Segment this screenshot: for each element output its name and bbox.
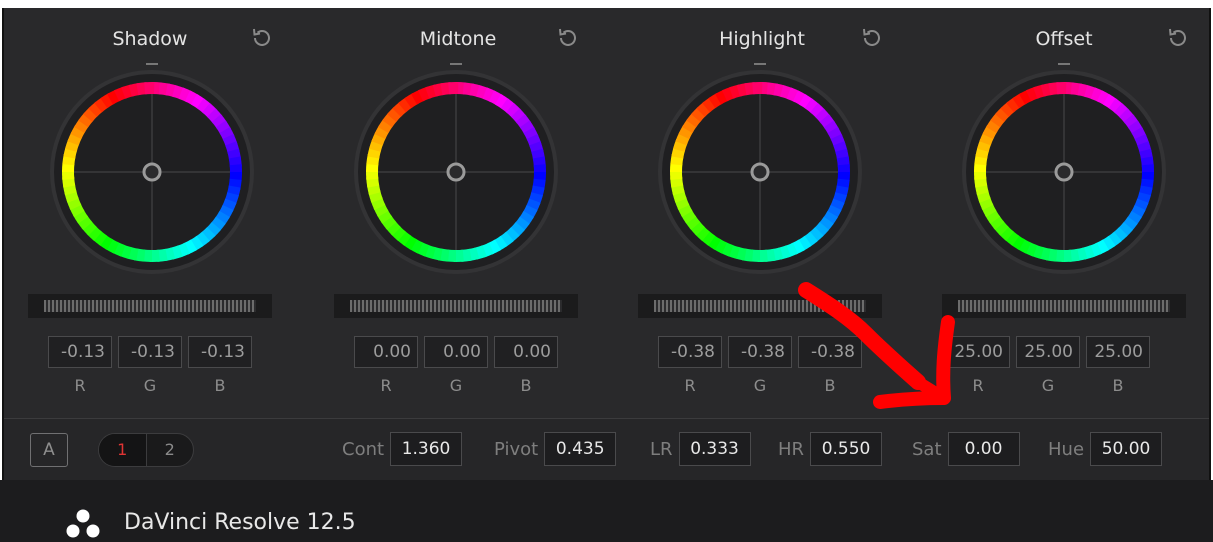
midtone-b-field[interactable]: 0.00 — [494, 336, 558, 368]
midtone-r-label: R — [380, 376, 392, 395]
page-switcher: 1 2 — [98, 433, 194, 467]
offset-color-wheel[interactable] — [952, 60, 1176, 284]
offset-r-label: R — [972, 376, 984, 395]
lr-field[interactable]: 0.333 — [678, 432, 751, 466]
pivot-label: Pivot — [494, 438, 539, 460]
color-wheels-panel: Shadow -0.13 -0.13 -0.13 R G B Midtone 0… — [2, 8, 1211, 480]
midtone-b-label: B — [520, 376, 532, 395]
shadow-b-field[interactable]: -0.13 — [188, 336, 252, 368]
pivot-param: Pivot 0.435 — [494, 431, 617, 467]
page-1-button[interactable]: 1 — [99, 434, 146, 466]
highlight-r-label: R — [684, 376, 696, 395]
highlight-g-label: G — [753, 376, 767, 395]
shadow-r-label: R — [74, 376, 86, 395]
hue-field[interactable]: 50.00 — [1090, 432, 1163, 466]
hue-param: Hue 50.00 — [1048, 431, 1163, 467]
highlight-g-field[interactable]: -0.38 — [728, 336, 792, 368]
midtone-wheel-column: Midtone 0.00 0.00 0.00 R G B — [308, 8, 608, 418]
shadow-g-label: G — [143, 376, 157, 395]
offset-r-field[interactable]: 25.00 — [946, 336, 1010, 368]
highlight-master-slider[interactable] — [638, 294, 882, 318]
highlight-color-wheel[interactable] — [648, 60, 872, 284]
contrast-param: Cont 1.360 — [342, 431, 463, 467]
offset-g-field[interactable]: 25.00 — [1016, 336, 1080, 368]
mode-a-button[interactable]: A — [30, 433, 68, 467]
offset-master-slider[interactable] — [942, 294, 1186, 318]
saturation-param: Sat 0.00 — [912, 431, 1020, 467]
primary-params-bar: A 1 2 Cont 1.360 Pivot 0.435 LR 0.333 HR… — [4, 418, 1209, 480]
hue-label: Hue — [1048, 438, 1085, 460]
shadow-g-field[interactable]: -0.13 — [118, 336, 182, 368]
midtone-master-slider[interactable] — [334, 294, 578, 318]
offset-g-label: G — [1041, 376, 1055, 395]
midtone-g-field[interactable]: 0.00 — [424, 336, 488, 368]
shadow-wheel-column: Shadow -0.13 -0.13 -0.13 R G B — [4, 8, 304, 418]
shadow-master-slider[interactable] — [28, 294, 272, 318]
contrast-field[interactable]: 1.360 — [390, 432, 463, 466]
saturation-field[interactable]: 0.00 — [947, 432, 1020, 466]
highlight-r-field[interactable]: -0.38 — [658, 336, 722, 368]
hr-field[interactable]: 0.550 — [810, 432, 883, 466]
highlight-b-label: B — [824, 376, 836, 395]
offset-b-label: B — [1112, 376, 1124, 395]
hr-label: HR — [778, 438, 805, 460]
lr-param: LR 0.333 — [650, 431, 751, 467]
shadow-r-field[interactable]: -0.13 — [48, 336, 112, 368]
offset-reset-icon[interactable] — [1166, 26, 1190, 50]
offset-wheel-column: Offset 25.00 25.00 25.00 R G B — [914, 8, 1213, 418]
app-title: DaVinci Resolve 12.5 — [124, 510, 356, 535]
hr-param: HR 0.550 — [778, 431, 883, 467]
shadow-color-wheel[interactable] — [40, 60, 264, 284]
pivot-field[interactable]: 0.435 — [544, 432, 617, 466]
midtone-r-field[interactable]: 0.00 — [354, 336, 418, 368]
davinci-logo-icon — [66, 509, 100, 538]
highlight-b-field[interactable]: -0.38 — [798, 336, 862, 368]
highlight-reset-icon[interactable] — [860, 26, 884, 50]
contrast-label: Cont — [342, 438, 385, 460]
midtone-g-label: G — [449, 376, 463, 395]
page-2-button[interactable]: 2 — [145, 434, 194, 466]
lr-label: LR — [650, 438, 673, 460]
midtone-color-wheel[interactable] — [344, 60, 568, 284]
saturation-label: Sat — [912, 438, 942, 460]
app-bar: DaVinci Resolve 12.5 — [0, 480, 1213, 542]
highlight-wheel-column: Highlight -0.38 -0.38 -0.38 R G B — [612, 8, 912, 418]
midtone-reset-icon[interactable] — [556, 26, 580, 50]
shadow-reset-icon[interactable] — [250, 26, 274, 50]
offset-b-field[interactable]: 25.00 — [1086, 336, 1150, 368]
shadow-b-label: B — [214, 376, 226, 395]
